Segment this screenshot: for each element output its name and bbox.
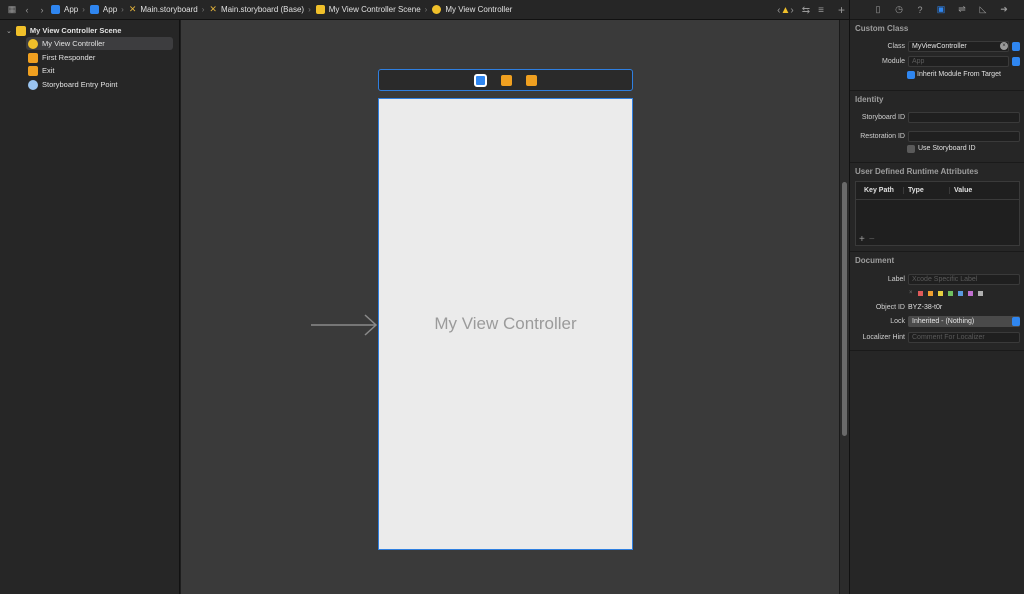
remove-attribute-icon[interactable]: −	[869, 234, 875, 245]
view-controller-icon	[432, 5, 442, 14]
outline-item-view-controller[interactable]: My View Controller	[26, 37, 173, 50]
add-attribute-icon[interactable]: +	[859, 234, 865, 245]
clear-icon[interactable]: ×	[1000, 42, 1008, 50]
module-dropdown-button[interactable]	[1012, 57, 1020, 66]
help-inspector-icon[interactable]: ?	[914, 4, 926, 16]
jump-bar-right: ‹▲› ⇆ ≡ +	[777, 0, 845, 20]
table-footer: + −	[856, 233, 1019, 245]
scrollbar-thumb[interactable]	[842, 182, 847, 436]
inherit-module-checkbox[interactable]	[907, 71, 915, 79]
inspector-tabs: ▯ ◷ ? ▣ ⇌ ◺ ➜	[850, 0, 1024, 20]
view-controller-frame[interactable]: My View Controller	[378, 98, 633, 550]
scene-icon	[15, 25, 26, 36]
view-controller-icon[interactable]	[474, 73, 487, 87]
label-color-swatch[interactable]	[957, 290, 963, 296]
restoration-id-field[interactable]	[908, 131, 1020, 142]
view-controller-icon	[28, 38, 38, 49]
outline-item-exit[interactable]: Exit	[28, 64, 55, 77]
class-dropdown-button[interactable]	[1012, 42, 1020, 51]
storyboard-icon: ✕	[209, 4, 217, 14]
use-storyboard-id-checkbox[interactable]	[907, 145, 915, 153]
scene-icon	[315, 5, 325, 14]
no-color-swatch[interactable]: ×	[909, 290, 913, 296]
label-color-swatch[interactable]	[967, 290, 973, 296]
localizer-hint-field[interactable]: Comment For Localizer	[908, 332, 1020, 343]
canvas-scrollbar[interactable]	[839, 20, 849, 594]
attributes-inspector-icon[interactable]: ⇌	[956, 4, 968, 16]
exit-icon	[28, 65, 38, 76]
size-inspector-icon[interactable]: ◺	[977, 4, 989, 16]
outline-item-entry-point[interactable]: Storyboard Entry Point	[28, 78, 117, 91]
storyboard-icon: ✕	[128, 4, 137, 14]
storyboard-id-field[interactable]	[908, 112, 1020, 123]
object-id-value: BYZ-38-t0r	[908, 304, 943, 311]
first-responder-icon	[28, 52, 38, 63]
breadcrumb-main-storyboard[interactable]: ✕ Main.storyboard ›	[129, 4, 210, 15]
view-controller-title: My View Controller	[434, 314, 577, 333]
document-outline: ⌄ My View Controller Scene My View Contr…	[0, 20, 180, 594]
label-color-swatch[interactable]	[927, 290, 933, 296]
first-responder-icon[interactable]	[501, 74, 512, 86]
label-color-swatch[interactable]	[937, 290, 943, 296]
label-color-swatch[interactable]	[917, 290, 923, 296]
entry-point-icon	[28, 79, 38, 90]
related-items-icon[interactable]: ⇆	[802, 5, 810, 16]
breadcrumb-scene[interactable]: My View Controller Scene ›	[315, 5, 433, 14]
label-color-swatches: ×	[909, 290, 988, 296]
breadcrumb-app-folder[interactable]: App ›	[89, 5, 129, 14]
breadcrumb-app-project[interactable]: App ›	[51, 5, 90, 14]
grid-icon[interactable]: ▦	[6, 4, 18, 16]
forward-icon[interactable]: ›	[36, 4, 48, 16]
lock-popup[interactable]: Inherited - (Nothing)	[908, 316, 1020, 327]
label-field[interactable]: Xcode Specific Label	[908, 274, 1020, 285]
file-inspector-icon[interactable]: ▯	[872, 4, 884, 16]
module-field[interactable]: App	[908, 56, 1009, 67]
connections-inspector-icon[interactable]: ➜	[998, 4, 1010, 16]
project-icon	[51, 5, 60, 14]
custom-class-section: Custom Class Class MyViewController × Mo…	[850, 20, 1024, 91]
identity-inspector: ▯ ◷ ? ▣ ⇌ ◺ ➜ Custom Class Class MyViewC…	[849, 0, 1024, 594]
outline-scene-row[interactable]: ⌄ My View Controller Scene	[6, 24, 121, 37]
document-section: Document Label Xcode Specific Label × Ob…	[850, 252, 1024, 351]
label-color-swatch[interactable]	[947, 290, 953, 296]
identity-section: Identity Storyboard ID Restoration ID Us…	[850, 91, 1024, 163]
disclosure-icon[interactable]: ⌄	[6, 27, 12, 35]
breadcrumb-main-storyboard-base[interactable]: ✕ Main.storyboard (Base) ›	[209, 4, 315, 15]
jump-bar: ▦ ‹ › App › App › ✕ Main.storyboard › ✕ Mai…	[0, 0, 849, 20]
column-type[interactable]: Type	[904, 187, 950, 194]
xcode-window: ▦ ‹ › App › App › ✕ Main.storyboard › ✕ Mai…	[0, 0, 1024, 594]
exit-icon[interactable]	[526, 74, 537, 86]
issue-navigator-icon[interactable]: ‹▲›	[777, 5, 794, 16]
column-value[interactable]: Value	[950, 187, 972, 194]
entry-point-arrow[interactable]	[311, 312, 379, 338]
table-header: Key Path Type Value	[856, 182, 1019, 200]
storyboard-canvas[interactable]: My View Controller	[181, 20, 839, 594]
class-field[interactable]: MyViewController	[908, 41, 1009, 52]
breadcrumb-view-controller[interactable]: My View Controller	[432, 5, 512, 14]
editor-options-icon[interactable]: ≡	[818, 5, 824, 16]
column-key-path[interactable]: Key Path	[856, 187, 904, 194]
lock-popup-arrow[interactable]	[1012, 317, 1020, 326]
scene-dock	[378, 69, 633, 91]
label-color-swatch[interactable]	[977, 290, 983, 296]
identity-inspector-icon[interactable]: ▣	[935, 4, 947, 16]
folder-icon	[89, 5, 99, 14]
outline-item-first-responder[interactable]: First Responder	[28, 51, 95, 64]
runtime-attributes-table: Key Path Type Value + −	[855, 181, 1020, 246]
history-inspector-icon[interactable]: ◷	[893, 4, 905, 16]
add-editor-icon[interactable]: +	[838, 3, 845, 17]
back-icon[interactable]: ‹	[21, 4, 33, 16]
